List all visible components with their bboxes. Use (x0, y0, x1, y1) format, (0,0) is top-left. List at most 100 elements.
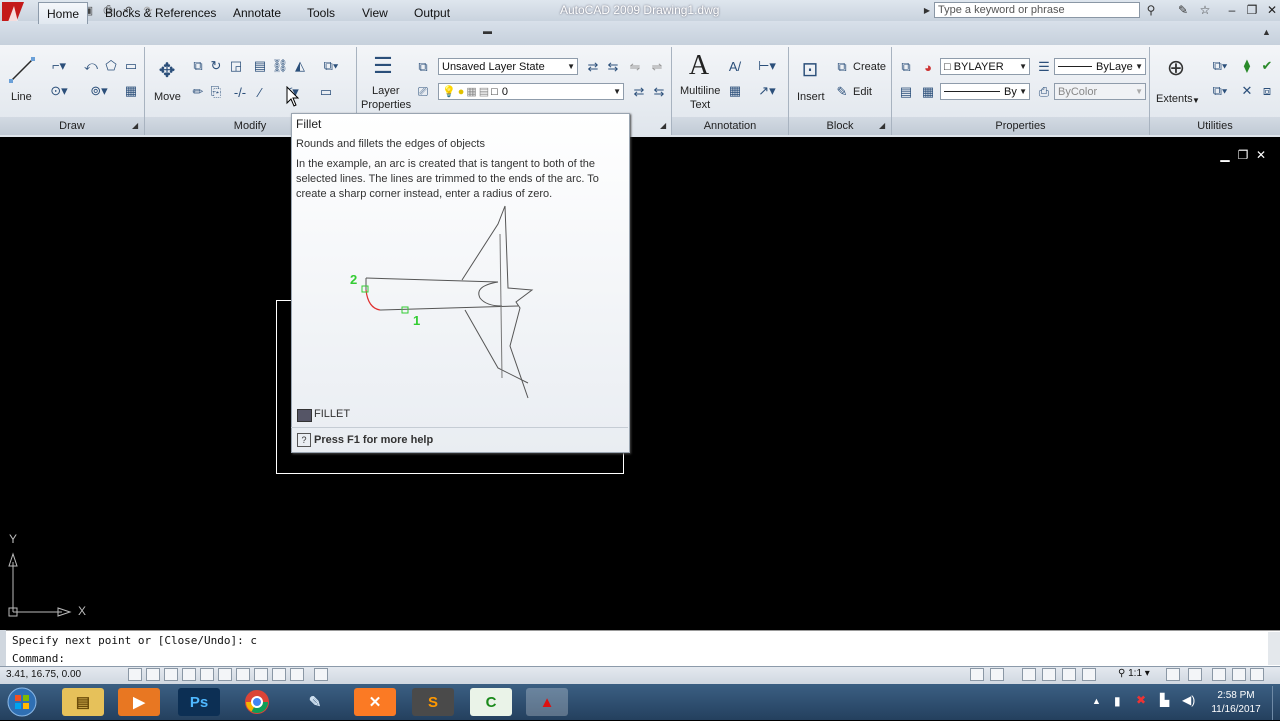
drawing-canvas[interactable] (0, 137, 1280, 627)
draw-panel-expand-icon[interactable]: ◢ (132, 121, 138, 130)
ribbon-minimize-icon[interactable]: ▲ (1262, 27, 1271, 37)
scale-icon[interactable]: ◲ (228, 58, 244, 74)
tab-blocks-references[interactable]: Blocks & References (97, 4, 224, 22)
single-line-text-icon[interactable]: A/ (726, 58, 744, 74)
battery-icon[interactable]: ▮ (1114, 694, 1121, 708)
layers-panel-expand-icon[interactable]: ◢ (660, 121, 666, 130)
tab-home[interactable]: Home (38, 2, 89, 24)
file-explorer-icon[interactable]: ▤ (62, 688, 104, 716)
start-button[interactable] (4, 686, 40, 718)
arc-icon[interactable]: ⤺ (82, 58, 100, 74)
showmotion-button[interactable] (1082, 668, 1096, 681)
rotate-icon[interactable]: ↻ (208, 58, 224, 74)
mirror-icon[interactable]: ◭ (292, 58, 308, 74)
lineweight-dropdown[interactable]: By ▼ (940, 83, 1030, 100)
show-desktop-button[interactable] (1272, 686, 1280, 720)
multileader-icon[interactable]: ↗▾ (752, 83, 782, 99)
drawing-close-button[interactable]: ✕ (1254, 148, 1268, 162)
create-block-icon[interactable]: ⧉ (834, 59, 850, 75)
snap-mode-button[interactable] (128, 668, 142, 681)
plotstyle-icon[interactable]: ⎙ (1036, 84, 1052, 100)
volume-icon[interactable]: ◀) (1182, 693, 1195, 707)
stretch-icon[interactable]: ⛓ (272, 58, 289, 74)
show-hidden-icons-icon[interactable]: ▲ (1092, 696, 1101, 706)
workspace-switching-button[interactable] (1212, 668, 1226, 681)
create-label[interactable]: Create (853, 61, 886, 73)
search-icon[interactable]: ⚲ (1142, 2, 1160, 18)
list-properties-icon[interactable]: ▤ (898, 84, 914, 100)
rectangle-icon[interactable]: ▭ (122, 58, 140, 74)
polyline-icon[interactable]: ⌐▾ (46, 58, 72, 74)
layer-walk-icon[interactable]: ⇌ (648, 59, 666, 75)
edit-label[interactable]: Edit (853, 86, 872, 98)
minimize-button[interactable]: – (1222, 2, 1242, 18)
join-icon[interactable]: ▭ (318, 84, 334, 100)
layer-state-dropdown[interactable]: Unsaved Layer State ▼ (438, 58, 578, 75)
command-prompt[interactable]: Command: (12, 652, 65, 665)
camtasia-icon[interactable]: C (470, 688, 512, 716)
layer-state-icon[interactable]: ⧉ (414, 59, 432, 75)
drawing-restore-button[interactable]: ❐ (1236, 148, 1250, 162)
ribbon-options-icon[interactable]: ▬ (483, 26, 497, 38)
layer-unisolate-icon[interactable]: ⇋ (626, 59, 644, 75)
lineweight-display-button[interactable] (272, 668, 286, 681)
media-player-icon[interactable]: ▶ (118, 688, 160, 716)
current-layer-dropdown[interactable]: 💡 ● ▦ ▤ □ 0 ▼ (438, 83, 624, 100)
tab-view[interactable]: View (354, 4, 396, 22)
distance-icon[interactable]: ⧈ (1258, 83, 1276, 99)
favorites-icon[interactable]: ☆ (1196, 2, 1214, 18)
chevron-down-icon[interactable]: ▼ (1192, 96, 1200, 105)
color-dropdown[interactable]: □ BYLAYER ▼ (940, 58, 1030, 75)
id-point-icon[interactable]: ✕ (1238, 83, 1256, 99)
multiline-text-icon[interactable]: A (684, 50, 714, 82)
linear-dimension-icon[interactable]: ⊢▾ (752, 58, 782, 74)
auto-scale-button[interactable] (1188, 668, 1202, 681)
help-search-input[interactable]: Type a keyword or phrase (934, 2, 1140, 18)
zoom-button[interactable] (1042, 668, 1056, 681)
tab-tools[interactable]: Tools (299, 4, 343, 22)
layer-off-icon[interactable]: ⇆ (650, 84, 668, 100)
table-icon[interactable]: ▦ (726, 83, 744, 99)
dynamic-ucs-button[interactable] (236, 668, 250, 681)
polygon-icon[interactable]: ⬠ (102, 58, 120, 74)
photoshop-icon[interactable]: Ps (178, 688, 220, 716)
insert-block-icon[interactable]: ⊡ (795, 54, 825, 84)
command-line-grip[interactable] (0, 630, 6, 666)
steering-wheel-button[interactable] (1062, 668, 1076, 681)
drawing-minimize-button[interactable]: ▁ (1218, 148, 1232, 162)
layer-isolate-icon[interactable]: ⇆ (604, 59, 622, 75)
lineweight-icon[interactable]: ▦ (920, 84, 936, 100)
array-icon[interactable]: ▤ (252, 58, 268, 74)
autocad-taskbar-icon[interactable]: ▲ (526, 688, 568, 716)
zoom-extents-icon[interactable]: ⊕ (1160, 52, 1192, 84)
line-tool-icon[interactable] (6, 54, 38, 86)
annotation-visibility-button[interactable] (1166, 668, 1180, 681)
linetype-dropdown[interactable]: ByLaye ▼ (1054, 58, 1146, 75)
annotation-scale[interactable]: ⚲ 1:1 ▾ (1118, 668, 1150, 679)
signal-icon[interactable]: ▙ (1160, 693, 1169, 707)
offset-icon[interactable]: ✏ (190, 84, 206, 100)
block-panel-expand-icon[interactable]: ◢ (879, 121, 885, 130)
paint-tool-icon[interactable]: ✎ (294, 688, 336, 716)
close-button[interactable]: ✕ (1262, 2, 1280, 18)
edit-block-icon[interactable]: ✎ (834, 84, 850, 100)
ellipse-icon[interactable]: ⊚▾ (86, 83, 112, 99)
quick-select-icon[interactable]: ⧫ (1238, 58, 1256, 74)
layer-match-icon[interactable]: ⇄ (630, 84, 648, 100)
model-space-button[interactable] (314, 668, 328, 681)
system-clock[interactable]: 2:58 PM 11/16/2017 (1204, 689, 1268, 717)
chrome-icon[interactable] (236, 688, 278, 716)
extents-label[interactable]: Extents (1156, 93, 1193, 105)
status-bar-menu-button[interactable] (1250, 668, 1264, 681)
ortho-mode-button[interactable] (164, 668, 178, 681)
plotstyle-dropdown[interactable]: ByColor ▼ (1054, 83, 1146, 100)
layer-previous-icon[interactable]: ⇄ (584, 59, 602, 75)
match-properties-icon[interactable]: ⧉ (898, 59, 914, 75)
communication-center-icon[interactable]: ✎ (1174, 2, 1192, 18)
dynamic-input-button[interactable] (254, 668, 268, 681)
object-snap-tracking-button[interactable] (218, 668, 232, 681)
copy-icon[interactable]: ⧉ (190, 58, 206, 74)
color-wheel-icon[interactable]: ◕ (920, 59, 936, 75)
calculator-icon[interactable]: ⧉▾ (1206, 83, 1234, 99)
sublime-text-icon[interactable]: S (412, 688, 454, 716)
